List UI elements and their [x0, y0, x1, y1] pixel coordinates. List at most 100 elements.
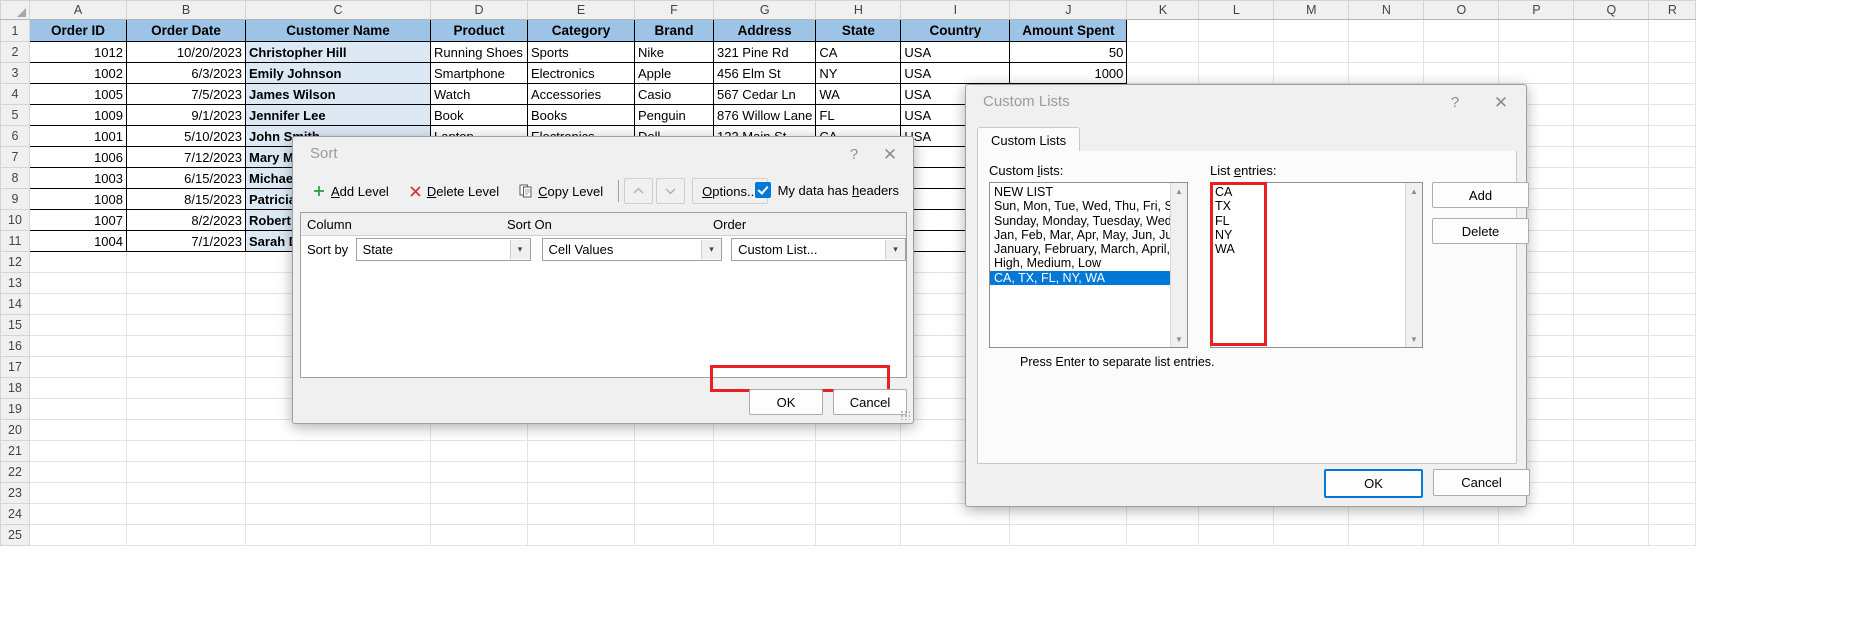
add-button[interactable]: Add: [1432, 182, 1529, 208]
custom-lists-cancel-button[interactable]: Cancel: [1433, 469, 1530, 496]
empty-cell[interactable]: [1126, 19, 1200, 42]
empty-cell[interactable]: [1573, 41, 1650, 63]
row-header-8[interactable]: 8: [0, 167, 30, 189]
empty-cell[interactable]: [126, 461, 246, 483]
data-cell[interactable]: Penguin: [634, 104, 714, 126]
empty-cell[interactable]: [815, 461, 902, 483]
data-cell[interactable]: Running Shoes: [430, 41, 528, 63]
empty-cell[interactable]: [1648, 356, 1697, 378]
empty-cell[interactable]: [126, 251, 246, 273]
empty-cell[interactable]: [126, 440, 246, 462]
row-header-18[interactable]: 18: [0, 377, 30, 399]
empty-cell[interactable]: [1648, 167, 1697, 189]
empty-cell[interactable]: [1348, 19, 1425, 42]
empty-cell[interactable]: [430, 503, 528, 525]
column-header-r[interactable]: R: [1648, 0, 1697, 20]
empty-cell[interactable]: [527, 524, 635, 546]
empty-cell[interactable]: [126, 293, 246, 315]
empty-cell[interactable]: [1273, 524, 1350, 546]
data-cell[interactable]: CA: [815, 41, 902, 63]
data-cell[interactable]: 1006: [29, 146, 127, 168]
empty-cell[interactable]: [1009, 524, 1128, 546]
custom-list-item[interactable]: NEW LIST: [990, 185, 1187, 199]
header-cell[interactable]: Customer Name: [245, 19, 431, 42]
data-cell[interactable]: 1008: [29, 188, 127, 210]
empty-cell[interactable]: [126, 314, 246, 336]
copy-level-button[interactable]: Copy Level: [509, 177, 614, 205]
data-cell[interactable]: 1007: [29, 209, 127, 231]
empty-cell[interactable]: [1573, 440, 1650, 462]
empty-cell[interactable]: [1573, 272, 1650, 294]
empty-cell[interactable]: [1573, 314, 1650, 336]
list-entry-item[interactable]: NY: [1211, 228, 1422, 242]
row-header-4[interactable]: 4: [0, 83, 30, 105]
empty-cell[interactable]: [1273, 41, 1350, 63]
empty-cell[interactable]: [126, 377, 246, 399]
empty-cell[interactable]: [712, 524, 817, 546]
empty-cell[interactable]: [1498, 62, 1575, 84]
sort-dialog[interactable]: Sort ? ✕ Add Level Delete Level Copy Lev…: [292, 136, 914, 424]
row-header-5[interactable]: 5: [0, 104, 30, 126]
empty-cell[interactable]: [1573, 125, 1650, 147]
data-cell[interactable]: 10/20/2023: [126, 41, 246, 63]
empty-cell[interactable]: [1648, 125, 1697, 147]
list-entries-scrollbar[interactable]: ▲ ▼: [1405, 183, 1422, 347]
empty-cell[interactable]: [29, 272, 127, 294]
empty-cell[interactable]: [634, 440, 714, 462]
column-header-d[interactable]: D: [430, 0, 528, 20]
data-cell[interactable]: 1004: [29, 230, 127, 252]
row-header-15[interactable]: 15: [0, 314, 30, 336]
empty-cell[interactable]: [1648, 440, 1697, 462]
data-cell[interactable]: 1000: [1009, 62, 1128, 84]
sort-order-combo[interactable]: Custom List... ▾: [731, 237, 906, 261]
data-cell[interactable]: 6/3/2023: [126, 62, 246, 84]
column-header-h[interactable]: H: [815, 0, 902, 20]
row-header-17[interactable]: 17: [0, 356, 30, 378]
list-entry-item[interactable]: CA: [1211, 185, 1422, 199]
empty-cell[interactable]: [126, 398, 246, 420]
sort-help-icon[interactable]: ?: [841, 143, 867, 167]
empty-cell[interactable]: [1648, 335, 1697, 357]
column-header-a[interactable]: A: [29, 0, 127, 20]
data-cell[interactable]: 321 Pine Rd: [712, 41, 817, 63]
data-cell[interactable]: Apple: [634, 62, 714, 84]
column-header-n[interactable]: N: [1348, 0, 1425, 20]
empty-cell[interactable]: [1573, 104, 1650, 126]
row-header-11[interactable]: 11: [0, 230, 30, 252]
empty-cell[interactable]: [1573, 167, 1650, 189]
empty-cell[interactable]: [1573, 188, 1650, 210]
add-level-button[interactable]: Add Level: [302, 177, 399, 205]
row-header-9[interactable]: 9: [0, 188, 30, 210]
empty-cell[interactable]: [1348, 524, 1425, 546]
custom-list-item[interactable]: Sunday, Monday, Tuesday, Wednes: [990, 214, 1187, 228]
empty-cell[interactable]: [29, 251, 127, 273]
chevron-down-icon[interactable]: ▾: [884, 239, 905, 259]
column-header-q[interactable]: Q: [1573, 0, 1650, 20]
header-cell[interactable]: Country: [900, 19, 1011, 42]
empty-cell[interactable]: [527, 503, 635, 525]
empty-cell[interactable]: [815, 524, 902, 546]
empty-cell[interactable]: [1648, 209, 1697, 231]
empty-cell[interactable]: [1348, 62, 1425, 84]
empty-cell[interactable]: [1573, 209, 1650, 231]
custom-list-item[interactable]: Sun, Mon, Tue, Wed, Thu, Fri, Sat: [990, 199, 1187, 213]
custom-list-item[interactable]: CA, TX, FL, NY, WA: [990, 270, 1175, 286]
empty-cell[interactable]: [1498, 41, 1575, 63]
data-cell[interactable]: FL: [815, 104, 902, 126]
sort-cancel-button[interactable]: Cancel: [833, 389, 907, 415]
empty-cell[interactable]: [1573, 62, 1650, 84]
empty-cell[interactable]: [29, 314, 127, 336]
header-cell[interactable]: Order ID: [29, 19, 127, 42]
empty-cell[interactable]: [1573, 146, 1650, 168]
row-header-2[interactable]: 2: [0, 41, 30, 63]
empty-cell[interactable]: [29, 482, 127, 504]
row-header-6[interactable]: 6: [0, 125, 30, 147]
empty-cell[interactable]: [1648, 62, 1697, 84]
empty-cell[interactable]: [712, 461, 817, 483]
column-header-f[interactable]: F: [634, 0, 714, 20]
empty-cell[interactable]: [1648, 83, 1697, 105]
empty-cell[interactable]: [1573, 461, 1650, 483]
row-header-23[interactable]: 23: [0, 482, 30, 504]
empty-cell[interactable]: [1573, 482, 1650, 504]
empty-cell[interactable]: [29, 377, 127, 399]
